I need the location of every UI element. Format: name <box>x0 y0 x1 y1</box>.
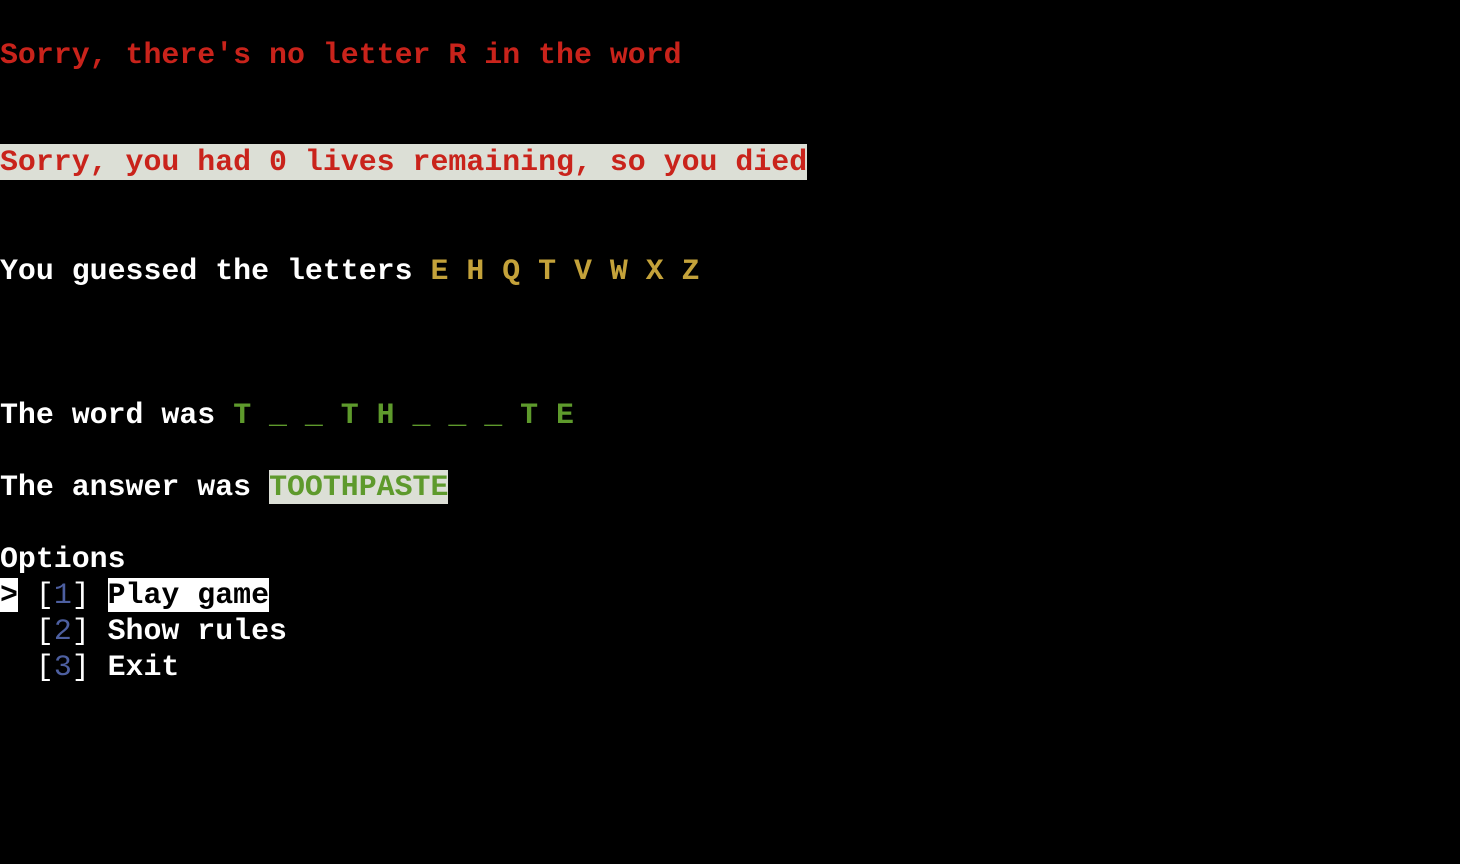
cursor-indicator: > <box>0 578 18 612</box>
word-line: The word was T _ _ T H _ _ _ T E <box>0 397 574 433</box>
guessed-letters: E H Q T V W X Z <box>430 254 700 288</box>
answer-line: The answer was TOOTHPASTE <box>0 469 449 505</box>
answer-prefix: The answer was <box>0 470 270 504</box>
options-heading: Options <box>0 542 126 576</box>
option-number: 2 <box>53 614 72 648</box>
option-label: Show rules <box>107 614 287 648</box>
option-label: Play game <box>107 578 270 612</box>
option-label: Exit <box>107 650 180 684</box>
option-exit[interactable]: [3] Exit <box>0 649 180 685</box>
guessed-letters-prefix: You guessed the letters <box>0 254 431 288</box>
word-prefix: The word was <box>0 398 234 432</box>
died-message: Sorry, you had 0 lives remaining, so you… <box>0 144 808 180</box>
word-pattern: T _ _ T H _ _ _ T E <box>233 398 574 432</box>
option-number: 3 <box>53 650 72 684</box>
option-show-rules[interactable]: [2] Show rules <box>0 613 287 649</box>
option-play-game[interactable]: > [1] Play game <box>0 577 270 613</box>
option-number: 1 <box>53 578 72 612</box>
answer-value: TOOTHPASTE <box>269 470 449 504</box>
no-letter-message: Sorry, there's no letter R in the word <box>0 38 682 72</box>
guessed-letters-line: You guessed the letters E H Q T V W X Z <box>0 253 700 289</box>
